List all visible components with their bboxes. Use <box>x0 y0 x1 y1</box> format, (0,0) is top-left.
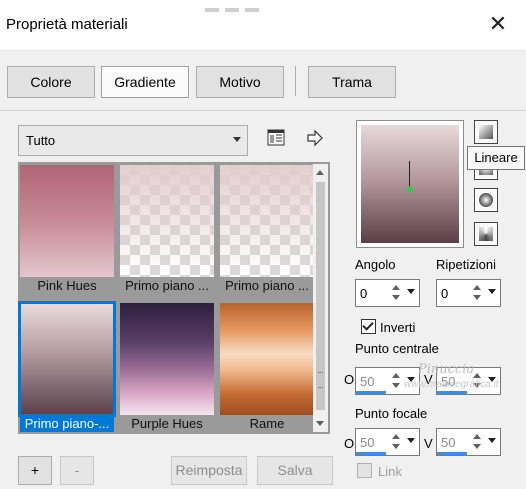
sunburst-style-icon <box>479 193 493 207</box>
close-button[interactable]: ✕ <box>486 12 510 36</box>
gradient-item-primo-piano-2[interactable]: Primo piano ... <box>220 162 314 294</box>
tab-motivo[interactable]: Motivo <box>196 66 284 98</box>
arrow-right-icon <box>307 129 323 147</box>
repeats-value: 0 <box>441 286 449 301</box>
center-v-level <box>437 391 467 394</box>
style-tooltip: Lineare <box>467 146 525 170</box>
category-select[interactable]: Tutto <box>18 125 248 156</box>
style-sunburst-button[interactable] <box>474 188 498 212</box>
center-h-updown[interactable] <box>390 371 402 391</box>
focal-h-label: O <box>344 436 355 451</box>
gradient-item-purple-hues[interactable]: Purple Hues <box>120 300 214 432</box>
focal-v-level <box>437 452 467 455</box>
linear-style-icon <box>479 125 493 139</box>
angle-label: Angolo <box>355 257 396 272</box>
style-linear-button[interactable] <box>474 120 498 144</box>
gradient-swatch <box>20 165 114 277</box>
center-h-label: O <box>344 372 355 387</box>
gradient-item-pink-hues[interactable]: Pink Hues <box>20 162 114 294</box>
gradient-swatch <box>120 303 214 415</box>
gradient-swatch <box>220 165 314 277</box>
gradient-item-primo-piano-1[interactable]: Primo piano ... <box>120 162 214 294</box>
chevron-down-icon[interactable] <box>407 438 415 443</box>
gradient-preview[interactable] <box>356 120 464 248</box>
angle-updown[interactable] <box>390 283 402 303</box>
watermark-url: www.maidiregrafica.it <box>404 379 499 390</box>
tab-colore[interactable]: Colore <box>7 66 95 98</box>
tab-trama[interactable]: Trama <box>308 66 396 98</box>
gradient-label: Primo piano ... <box>125 278 209 293</box>
invert-checkbox[interactable] <box>361 319 376 334</box>
focal-h-level <box>356 452 386 455</box>
library-icon <box>267 129 285 146</box>
repeats-updown[interactable] <box>471 283 483 303</box>
style-radial-button[interactable] <box>474 222 498 246</box>
gradient-label: Purple Hues <box>131 416 203 431</box>
focal-point-label: Punto focale <box>355 406 428 421</box>
focal-v-label: V <box>424 436 433 451</box>
gradient-preview-area[interactable] <box>361 125 459 243</box>
chevron-down-icon <box>233 137 241 142</box>
center-point-label: Punto centrale <box>355 341 439 356</box>
focal-v-updown[interactable] <box>471 432 483 452</box>
chevron-down-icon[interactable] <box>488 289 496 294</box>
repeats-stepper[interactable]: 0 <box>436 279 501 307</box>
focal-v-stepper[interactable]: 50 <box>436 428 501 456</box>
gradient-label: Primo piano-... <box>20 415 114 432</box>
scroll-thumb[interactable] <box>316 182 325 410</box>
title-bar-decoration <box>205 0 275 12</box>
gradient-item-primo-piano-selected[interactable]: Primo piano-... <box>18 300 116 432</box>
category-value: Tutto <box>26 133 56 148</box>
focal-h-updown[interactable] <box>390 432 402 452</box>
link-checkbox[interactable] <box>357 463 372 478</box>
add-button[interactable]: + <box>18 456 52 485</box>
tab-gradiente[interactable]: Gradiente <box>101 66 189 98</box>
more-options-button[interactable] <box>305 128 325 148</box>
save-button[interactable]: Salva <box>257 456 333 485</box>
window-title: Proprietà materiali <box>6 16 128 33</box>
repeats-label: Ripetizioni <box>436 257 496 272</box>
center-h-value: 50 <box>360 374 375 389</box>
gradient-label: Primo piano ... <box>225 278 309 293</box>
link-label: Link <box>378 464 402 479</box>
gradient-swatch <box>220 303 314 415</box>
focal-v-value: 50 <box>441 435 456 450</box>
tab-separator <box>0 110 526 111</box>
gradient-swatch <box>18 301 116 417</box>
center-h-level <box>356 391 386 394</box>
gradient-scrollbar[interactable] <box>313 164 328 432</box>
watermark-text: Pinuccia <box>418 362 475 377</box>
angle-stepper[interactable]: 0 <box>355 279 420 307</box>
gradient-library: Pink Hues Primo piano ... Primo piano ..… <box>18 162 330 434</box>
angle-handle[interactable] <box>407 186 413 192</box>
check-icon <box>362 319 374 331</box>
close-icon: ✕ <box>488 11 508 36</box>
angle-needle[interactable] <box>409 161 410 189</box>
radial-style-icon <box>479 227 493 241</box>
scroll-up-icon[interactable] <box>316 170 324 175</box>
chevron-down-icon[interactable] <box>407 289 415 294</box>
angle-value: 0 <box>360 286 368 301</box>
focal-h-value: 50 <box>360 435 375 450</box>
remove-button[interactable]: - <box>60 456 94 485</box>
chevron-down-icon[interactable] <box>488 438 496 443</box>
gradient-label: Pink Hues <box>37 278 97 293</box>
tab-divider <box>295 66 296 96</box>
gradient-item-rame[interactable]: Rame <box>220 300 314 432</box>
gradient-swatch <box>120 165 214 277</box>
reset-button[interactable]: Reimposta <box>171 456 247 485</box>
scroll-down-icon[interactable] <box>316 421 324 426</box>
focal-h-stepper[interactable]: 50 <box>355 428 420 456</box>
invert-label: Inverti <box>380 320 416 335</box>
gradient-label: Rame <box>249 416 285 431</box>
library-view-button[interactable] <box>266 128 286 148</box>
